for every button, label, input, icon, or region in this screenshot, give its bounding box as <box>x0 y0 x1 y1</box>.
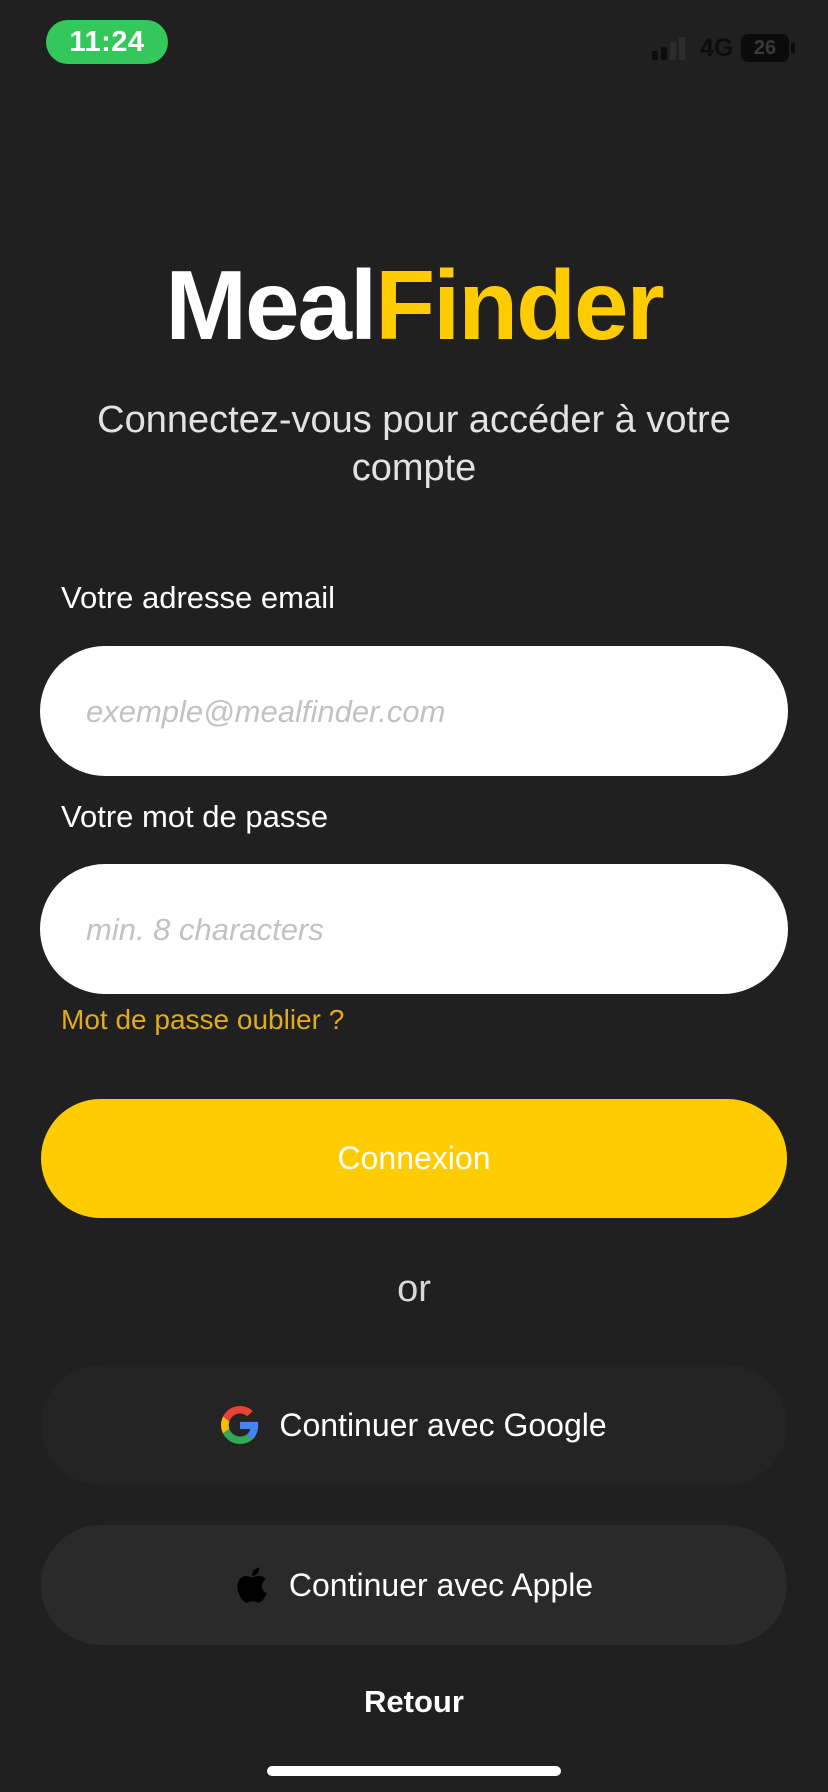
network-label: 4G <box>700 34 734 62</box>
battery-icon: 26 <box>741 34 789 62</box>
status-bar: 11:24 4G 26 <box>0 0 828 90</box>
logo-meal: Meal <box>165 250 377 360</box>
password-field-container <box>40 864 792 996</box>
status-time: 11:24 <box>46 20 168 64</box>
apple-icon <box>235 1565 269 1605</box>
app-logo: MealFinder <box>0 250 828 360</box>
email-label: Votre adresse email <box>61 580 335 615</box>
email-field-container <box>40 646 792 778</box>
back-link[interactable]: Retour <box>0 1684 828 1720</box>
google-icon <box>221 1406 259 1444</box>
battery-level: 26 <box>753 36 777 59</box>
login-button[interactable]: Connexion <box>41 1099 787 1218</box>
or-divider: or <box>397 1268 431 1310</box>
signal-icon <box>652 36 690 60</box>
logo-finder: Finder <box>375 250 664 360</box>
password-label: Votre mot de passe <box>61 799 329 834</box>
password-field[interactable] <box>84 864 792 996</box>
page-subtitle: Connectez-vous pour accéder à votre comp… <box>97 399 731 489</box>
google-button-label: Continuer avec Google <box>279 1406 607 1443</box>
home-indicator[interactable] <box>267 1766 561 1776</box>
google-signin-button[interactable]: Continuer avec Google <box>41 1365 787 1485</box>
apple-signin-button[interactable]: Continuer avec Apple <box>41 1525 787 1645</box>
apple-button-label: Continuer avec Apple <box>288 1566 594 1603</box>
forgot-password-link[interactable]: Mot de passe oublier ? <box>61 1004 344 1036</box>
email-field[interactable] <box>84 646 792 778</box>
battery-tip <box>791 43 795 53</box>
